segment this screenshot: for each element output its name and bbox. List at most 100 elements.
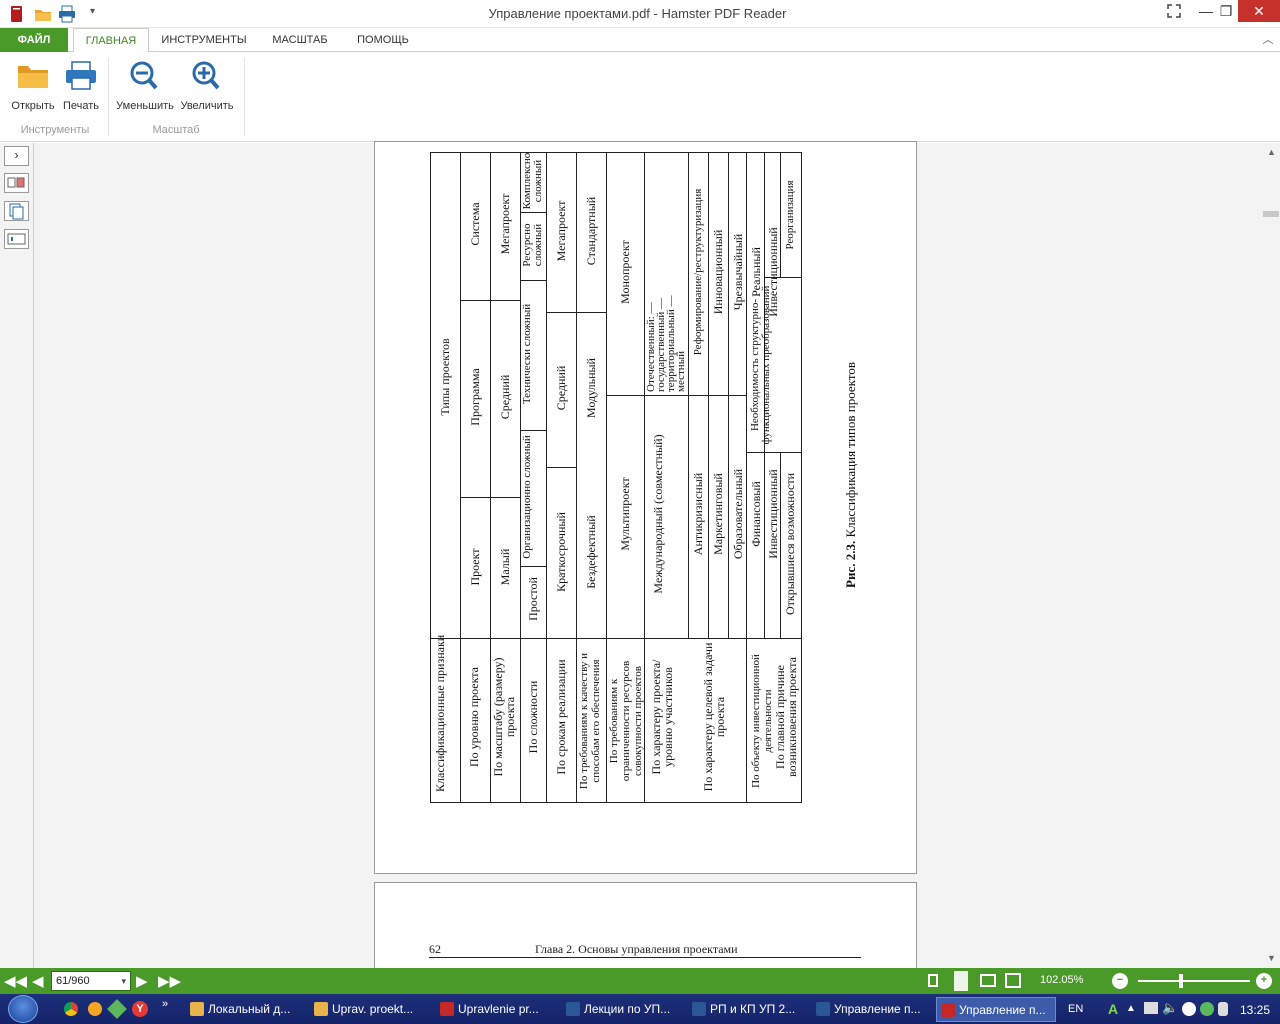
table-cell: Мультипроект (618, 477, 632, 551)
volume-icon[interactable]: 🔈 (1162, 1000, 1178, 1016)
taskbar-item[interactable]: Uprav. proekt... (310, 997, 428, 1022)
page-number: 62 (429, 942, 441, 956)
ribbon-tabs: ФАЙЛ ГЛАВНАЯ ИНСТРУМЕНТЫ МАСШТАБ ПОМОЩЬ … (0, 28, 1280, 53)
table-cell: Технически сложный (521, 303, 533, 405)
row-label: По характеру целевой задачи проекта (701, 642, 727, 792)
tray-mouse-icon[interactable] (1218, 1002, 1228, 1016)
tab-file[interactable]: ФАЙЛ (0, 28, 68, 52)
scroll-up-icon[interactable]: ▲ (1267, 147, 1276, 157)
tray-check-icon[interactable] (1182, 1002, 1196, 1016)
language-indicator[interactable]: EN (1068, 1003, 1083, 1015)
header-rule (429, 957, 861, 958)
scroll-thumb[interactable] (1263, 211, 1279, 217)
zoom-minus-icon[interactable]: − (1112, 973, 1128, 989)
first-page-icon[interactable]: ◀◀ (4, 972, 27, 990)
table-cell: Средний (498, 374, 512, 420)
group-label-scale: Масштаб (152, 124, 200, 136)
two-page-continuous-icon[interactable] (1005, 973, 1021, 988)
next-page-icon[interactable]: ▶ (136, 972, 148, 990)
zoom-slider-thumb[interactable] (1179, 974, 1183, 988)
print-button[interactable]: Печать (56, 58, 106, 114)
table-cell: Простой (526, 577, 540, 621)
taskbar-item[interactable]: Лекции по УП... (562, 997, 680, 1022)
table-cell: Отечественный: — государственный — терри… (645, 295, 687, 392)
pdf-page: 62 Глава 2. Основы управления проектами (374, 882, 917, 972)
tab-tools[interactable]: ИНСТРУМЕНТЫ (160, 28, 248, 52)
zoom-in-button[interactable]: Увеличить (180, 58, 234, 114)
table-cell: Малый (498, 548, 512, 586)
taskbar-item[interactable]: РП и КП УП 2... (688, 997, 806, 1022)
table-cell: Организационно сложный (521, 435, 533, 559)
prev-page-icon[interactable]: ◀ (32, 972, 44, 990)
zoom-level: 102.05% (1040, 974, 1084, 986)
taskbar-item[interactable]: Управление п... (812, 997, 930, 1022)
page-number-input[interactable]: 61/960 ▾ (51, 971, 131, 991)
clock[interactable]: 13:25 (1240, 1003, 1270, 1017)
row-label: По масштабу (размеру) проекта (491, 657, 517, 777)
chevron-down-icon[interactable]: ▾ (121, 972, 126, 990)
table-cell: Монопроект (618, 240, 632, 304)
table-cell: Реформирование/реструктуризация (692, 188, 704, 356)
table-cell: Открывшиеся возможности (783, 472, 797, 616)
word-icon (816, 1002, 830, 1016)
table-cell: Чрезвычайный (731, 233, 745, 311)
tab-scale[interactable]: МАСШТАБ (264, 28, 336, 52)
table-cell: Краткосрочный (554, 512, 568, 592)
table-cell: Антикризисный (691, 472, 705, 556)
header-types: Типы проектов (438, 338, 452, 416)
tray-info-icon[interactable] (1200, 1002, 1214, 1016)
taskbar-item-active[interactable]: Управление п... (936, 997, 1056, 1022)
tray-app-icon[interactable]: A (1108, 1001, 1118, 1017)
zoom-out-button[interactable]: Уменьшить (116, 58, 174, 114)
ribbon-separator (244, 58, 245, 136)
zoom-slider[interactable] (1138, 980, 1250, 982)
tray-monitor-icon[interactable] (1144, 1002, 1158, 1014)
app-icon[interactable] (107, 999, 127, 1019)
last-page-icon[interactable]: ▶▶ (158, 972, 181, 990)
side-panel-bar: › (0, 143, 34, 968)
ribbon-collapse-icon[interactable]: ︿ (1258, 28, 1278, 52)
single-page-view-icon[interactable] (928, 974, 938, 987)
more-icon[interactable]: » (162, 998, 168, 1010)
thumbnails-icon[interactable] (4, 173, 29, 193)
taskbar: Y » Локальный д... Uprav. proekt... Upra… (0, 994, 1280, 1024)
expand-panel-icon[interactable]: › (4, 146, 29, 166)
vertical-scrollbar[interactable]: ▲ ▼ (1262, 143, 1280, 968)
pdf-icon (440, 1002, 454, 1016)
taskbar-item[interactable]: Локальный д... (186, 997, 304, 1022)
two-page-view-icon[interactable] (980, 974, 996, 987)
tab-home[interactable]: ГЛАВНАЯ (73, 28, 149, 53)
table-cell: Образовательный (731, 468, 745, 560)
table-cell: Программа (468, 368, 482, 426)
pages-icon[interactable] (4, 201, 29, 221)
zoom-in-icon (192, 61, 220, 90)
word-icon (566, 1002, 580, 1016)
zoom-plus-icon[interactable]: + (1256, 973, 1272, 989)
yandex-browser-icon[interactable]: Y (132, 1001, 148, 1017)
group-label-tools: Инструменты (20, 124, 90, 136)
folder-icon (314, 1002, 328, 1016)
document-workspace: › Классификационные признаки Типы проект… (0, 141, 1280, 972)
header-classification: Классификационные признаки (433, 634, 447, 792)
start-button[interactable] (8, 995, 38, 1023)
table-cell: Средний (554, 365, 568, 411)
tray-chevron-icon[interactable]: ▲ (1126, 1003, 1136, 1014)
close-icon[interactable]: ✕ (1238, 0, 1280, 22)
scroll-down-icon[interactable]: ▼ (1267, 953, 1276, 963)
table-cell: Мегапроект (498, 193, 512, 255)
taskbar-item[interactable]: Upravlenie pr... (436, 997, 554, 1022)
row-label: По срокам реализации (554, 659, 568, 775)
continuous-view-icon[interactable] (954, 971, 968, 991)
tab-help[interactable]: ПОМОЩЬ (350, 28, 416, 52)
table-cell: Международный (совместный) (651, 434, 665, 594)
chrome-icon[interactable] (64, 1002, 78, 1016)
classification-table: Классификационные признаки Типы проектов… (430, 152, 802, 803)
fullscreen-icon[interactable] (1158, 0, 1190, 22)
table-cell: Реорганизация (784, 180, 796, 250)
table-cell: Мегапроект (554, 200, 568, 262)
mail-icon[interactable] (88, 1002, 102, 1016)
bookmarks-icon[interactable] (4, 229, 29, 249)
zoom-out-icon (130, 61, 158, 90)
table-cell: Модульный (584, 358, 598, 418)
table-cell: Стандартный (584, 196, 598, 266)
